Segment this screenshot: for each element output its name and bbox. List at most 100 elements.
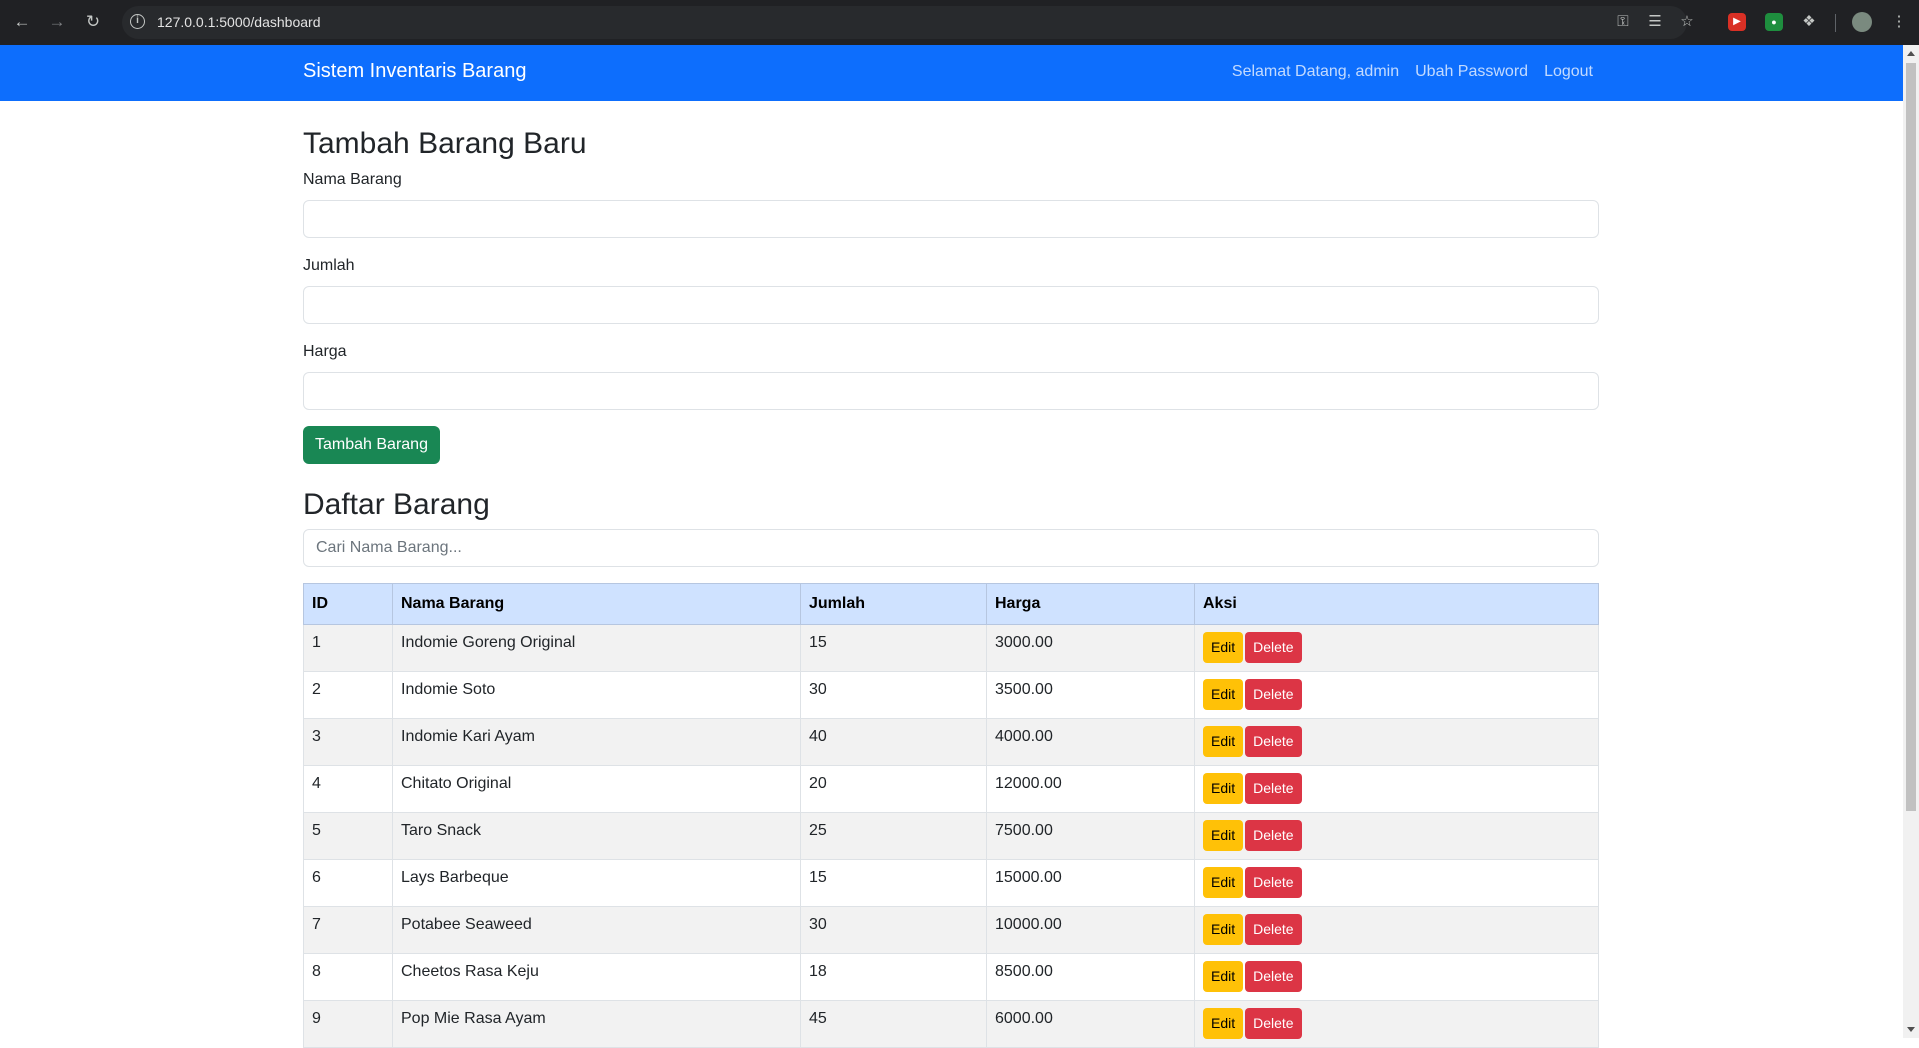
edit-button[interactable]: Edit [1203,773,1244,804]
change-password-link[interactable]: Ubah Password [1415,63,1528,81]
back-icon[interactable]: ← [11,11,33,33]
table-row: 3 Indomie Kari Ayam 40 4000.00 Edit Delete [303,718,1599,766]
edit-button[interactable]: Edit [1203,867,1244,898]
edit-button[interactable]: Edit [1203,632,1244,663]
reload-icon[interactable]: ↻ [82,11,104,33]
edit-button[interactable]: Edit [1203,914,1244,945]
cell-price: 12000.00 [986,765,1195,813]
table-header-row: ID Nama Barang Jumlah Harga Aksi [303,583,1599,625]
navbar-brand[interactable]: Sistem Inventaris Barang [303,60,526,83]
cell-qty: 30 [800,906,987,954]
cell-name: Chitato Original [392,765,801,813]
items-table: ID Nama Barang Jumlah Harga Aksi 1 Indomi… [303,583,1599,1048]
password-key-icon[interactable]: ⚿ [1612,11,1634,33]
cell-actions: Edit Delete [1194,859,1599,907]
cell-name: Indomie Goreng Original [392,624,801,672]
logout-link[interactable]: Logout [1544,63,1593,81]
translate-icon[interactable]: ☰ [1644,11,1666,33]
edit-button[interactable]: Edit [1203,679,1244,710]
cell-name: Pop Mie Rasa Ayam [392,1000,801,1048]
cell-qty: 18 [800,953,987,1001]
cell-price: 3000.00 [986,624,1195,672]
cell-qty: 40 [800,718,987,766]
cell-id: 1 [303,624,393,672]
add-item-title: Tambah Barang Baru [303,127,587,160]
delete-button[interactable]: Delete [1245,867,1302,898]
column-header-name: Nama Barang [392,583,801,625]
delete-button[interactable]: Delete [1245,632,1302,663]
column-header-id: ID [303,583,393,625]
cell-price: 7500.00 [986,812,1195,860]
item-list-title: Daftar Barang [303,488,490,521]
scroll-up-icon[interactable] [1907,51,1915,56]
cell-price: 15000.00 [986,859,1195,907]
delete-button[interactable]: Delete [1245,726,1302,757]
add-item-button[interactable]: Tambah Barang [303,426,440,464]
extensions-puzzle-icon[interactable]: ❖ [1798,11,1820,33]
cell-name: Taro Snack [392,812,801,860]
edit-button[interactable]: Edit [1203,726,1244,757]
profile-avatar-icon[interactable] [1852,12,1872,32]
cell-id: 4 [303,765,393,813]
name-input[interactable] [303,200,1599,238]
delete-button[interactable]: Delete [1245,914,1302,945]
column-header-qty: Jumlah [800,583,987,625]
url-text[interactable]: 127.0.0.1:5000/dashboard [157,14,320,30]
table-row: 1 Indomie Goreng Original 15 3000.00 Edit Del… [303,624,1599,672]
column-header-price: Harga [986,583,1195,625]
table-row: 4 Chitato Original 20 12000.00 Edit Delete [303,765,1599,813]
cell-price: 3500.00 [986,671,1195,719]
cell-actions: Edit Delete [1194,765,1599,813]
cell-qty: 20 [800,765,987,813]
delete-button[interactable]: Delete [1245,773,1302,804]
cell-id: 8 [303,953,393,1001]
edit-button[interactable]: Edit [1203,820,1244,851]
cell-actions: Edit Delete [1194,671,1599,719]
delete-button[interactable]: Delete [1245,961,1302,992]
extension-red-icon[interactable]: ▶ [1728,13,1746,31]
cell-id: 5 [303,812,393,860]
table-row: 2 Indomie Soto 30 3500.00 Edit Delete [303,671,1599,719]
cell-qty: 15 [800,859,987,907]
address-bar[interactable]: i 127.0.0.1:5000/dashboard [122,6,1687,39]
delete-button[interactable]: Delete [1245,820,1302,851]
browser-toolbar: ← → ↻ i 127.0.0.1:5000/dashboard ⚿ ☰ ☆ ▶… [0,0,1919,45]
table-row: 5 Taro Snack 25 7500.00 Edit Delete [303,812,1599,860]
cell-qty: 45 [800,1000,987,1048]
edit-button[interactable]: Edit [1203,961,1244,992]
forward-icon[interactable]: → [46,11,68,33]
menu-kebab-icon[interactable]: ⋮ [1888,11,1910,33]
site-info-icon[interactable]: i [130,14,145,29]
price-input[interactable] [303,372,1599,410]
cell-name: Lays Barbeque [392,859,801,907]
extension-green-icon[interactable]: ● [1765,13,1783,31]
cell-actions: Edit Delete [1194,624,1599,672]
cell-price: 8500.00 [986,953,1195,1001]
cell-qty: 25 [800,812,987,860]
cell-actions: Edit Delete [1194,1000,1599,1048]
scroll-down-icon[interactable] [1907,1027,1915,1032]
table-row: 9 Pop Mie Rasa Ayam 45 6000.00 Edit Delete [303,1000,1599,1048]
scrollbar-thumb[interactable] [1906,63,1916,811]
cell-actions: Edit Delete [1194,718,1599,766]
page-scrollbar[interactable] [1903,45,1919,1038]
cell-id: 6 [303,859,393,907]
table-body: 1 Indomie Goreng Original 15 3000.00 Edit Del… [303,624,1599,1048]
welcome-text: Selamat Datang, admin [1231,63,1400,80]
navbar-links: Selamat Datang, admin Ubah Password Logo… [1232,63,1593,81]
cell-name: Potabee Seaweed [392,906,801,954]
bookmark-star-icon[interactable]: ☆ [1676,11,1698,33]
main-content: Tambah Barang Baru Nama Barang Jumlah Ha… [303,101,1599,1048]
cell-name: Indomie Kari Ayam [392,718,801,766]
delete-button[interactable]: Delete [1245,1008,1302,1039]
price-label: Harga [303,343,347,360]
delete-button[interactable]: Delete [1245,679,1302,710]
cell-id: 3 [303,718,393,766]
cell-actions: Edit Delete [1194,906,1599,954]
cell-qty: 30 [800,671,987,719]
qty-input[interactable] [303,286,1599,324]
cell-actions: Edit Delete [1194,953,1599,1001]
cell-id: 7 [303,906,393,954]
search-input[interactable] [303,529,1599,567]
edit-button[interactable]: Edit [1203,1008,1244,1039]
